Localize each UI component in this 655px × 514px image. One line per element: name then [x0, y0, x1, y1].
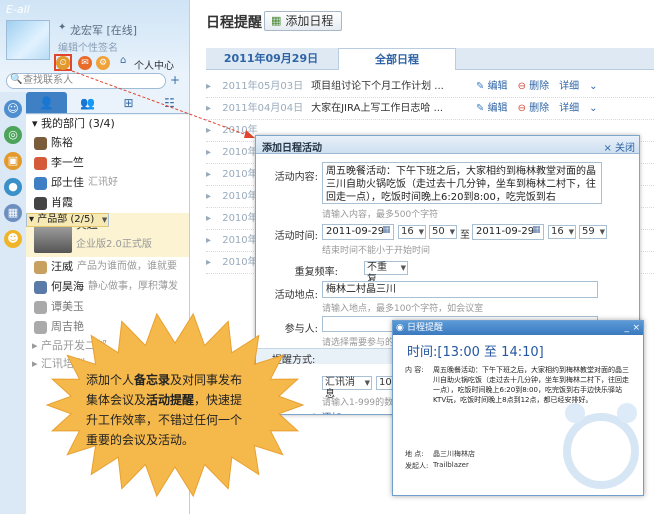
callout-line-2: 集体会议及活动提醒，快速提: [86, 393, 243, 407]
callout-line-4: 重要的会议及活动。: [86, 433, 195, 447]
popup-content: 周五晚餐活动：下午下班之后，大家相约到梅林教堂对面的晶三川自助火锅吃饭（走过去十…: [433, 366, 629, 404]
alarm-clock-watermark: [563, 403, 639, 489]
reminder-popup: ◉ 日程提醒 _ × 时间:[13:00 至 14:10] 内 容: 周五晚餐活…: [392, 320, 644, 496]
minimize-icon[interactable]: _: [625, 321, 630, 335]
close-icon[interactable]: ×: [632, 321, 640, 335]
popup-header: ◉ 日程提醒 _ ×: [393, 321, 643, 335]
callout-line-1: 添加个人备忘录及对同事发布: [86, 373, 243, 387]
callout-text: 添加个人备忘录及对同事发布 集体会议及活动提醒，快速提 升工作效率，不错过任何一…: [86, 370, 262, 450]
popup-title: 日程提醒: [407, 323, 444, 333]
popup-time: 时间:[13:00 至 14:10]: [407, 345, 544, 360]
popup-sender-label: 发起人:: [405, 462, 429, 470]
bell-icon: ◉: [396, 323, 404, 333]
popup-place: 晶三川梅林店: [433, 450, 475, 458]
callout-line-3: 升工作效率，不错过任何一个: [86, 413, 243, 427]
popup-place-label: 地 点:: [405, 450, 424, 458]
popup-sender: Trailblazer: [433, 461, 469, 469]
popup-content-label: 内 容:: [405, 366, 424, 374]
